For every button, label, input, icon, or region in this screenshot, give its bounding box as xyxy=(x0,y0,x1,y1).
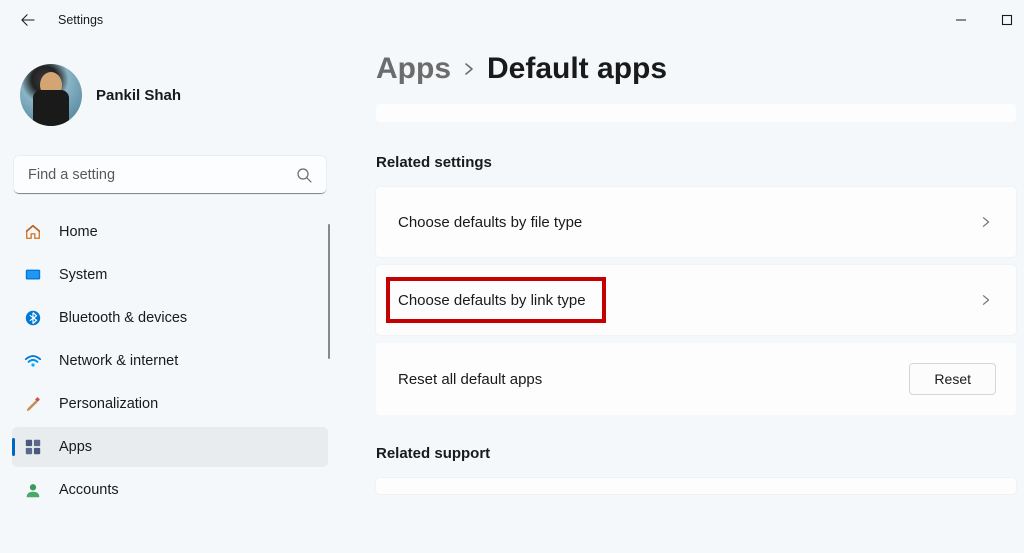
related-settings-heading: Related settings xyxy=(376,154,1016,171)
sidebar-item-home[interactable]: Home xyxy=(12,212,328,252)
window-title: Settings xyxy=(58,13,103,27)
minimize-button[interactable] xyxy=(952,11,970,29)
sidebar: Pankil Shah Home System xyxy=(0,40,340,553)
profile-name: Pankil Shah xyxy=(96,87,181,104)
breadcrumb-current: Default apps xyxy=(487,52,667,86)
bluetooth-icon xyxy=(24,309,42,327)
titlebar: Settings xyxy=(0,0,1024,40)
search-box xyxy=(14,156,326,194)
window-controls xyxy=(952,0,1016,40)
search-icon xyxy=(296,167,312,183)
row-reset-defaults: Reset all default apps Reset xyxy=(376,343,1016,415)
nav-list: Home System Bluetooth & devices Network … xyxy=(12,212,328,510)
sidebar-item-personalization[interactable]: Personalization xyxy=(12,384,328,424)
related-support-heading: Related support xyxy=(376,445,1016,462)
minimize-icon xyxy=(955,14,967,26)
sidebar-item-label: System xyxy=(59,267,107,283)
accounts-icon xyxy=(24,481,42,499)
sidebar-item-network[interactable]: Network & internet xyxy=(12,341,328,381)
row-choose-defaults-link-type[interactable]: Choose defaults by link type Choose defa… xyxy=(376,265,1016,335)
setting-label: Choose defaults by file type xyxy=(398,214,582,231)
system-icon xyxy=(24,266,42,284)
sidebar-item-label: Bluetooth & devices xyxy=(59,310,187,326)
sidebar-item-apps[interactable]: Apps xyxy=(12,427,328,467)
main-content: Apps Default apps Related settings Choos… xyxy=(340,40,1024,553)
card-remnant xyxy=(376,104,1016,122)
card-remnant-bottom xyxy=(376,478,1016,494)
arrow-left-icon xyxy=(21,13,35,27)
maximize-button[interactable] xyxy=(998,11,1016,29)
wifi-icon xyxy=(24,352,42,370)
maximize-icon xyxy=(1001,14,1013,26)
profile-section[interactable]: Pankil Shah xyxy=(12,50,328,150)
setting-label: Choose defaults by link type xyxy=(398,292,586,309)
reset-button[interactable]: Reset xyxy=(909,363,996,395)
sidebar-item-label: Network & internet xyxy=(59,353,178,369)
setting-label: Reset all default apps xyxy=(398,371,542,388)
sidebar-item-label: Apps xyxy=(59,439,92,455)
search-input[interactable] xyxy=(14,156,326,194)
sidebar-item-label: Personalization xyxy=(59,396,158,412)
sidebar-item-accounts[interactable]: Accounts xyxy=(12,470,328,510)
apps-icon xyxy=(24,438,42,456)
chevron-right-icon xyxy=(980,294,992,306)
personalization-icon xyxy=(24,395,42,413)
sidebar-item-label: Accounts xyxy=(59,482,119,498)
back-button[interactable] xyxy=(16,8,40,32)
home-icon xyxy=(24,223,42,241)
sidebar-item-bluetooth[interactable]: Bluetooth & devices xyxy=(12,298,328,338)
chevron-right-icon xyxy=(463,62,475,76)
breadcrumb: Apps Default apps xyxy=(376,52,1016,86)
chevron-right-icon xyxy=(980,216,992,228)
breadcrumb-parent[interactable]: Apps xyxy=(376,52,451,86)
sidebar-item-system[interactable]: System xyxy=(12,255,328,295)
avatar xyxy=(20,64,82,126)
row-choose-defaults-file-type[interactable]: Choose defaults by file type xyxy=(376,187,1016,257)
sidebar-item-label: Home xyxy=(59,224,98,240)
